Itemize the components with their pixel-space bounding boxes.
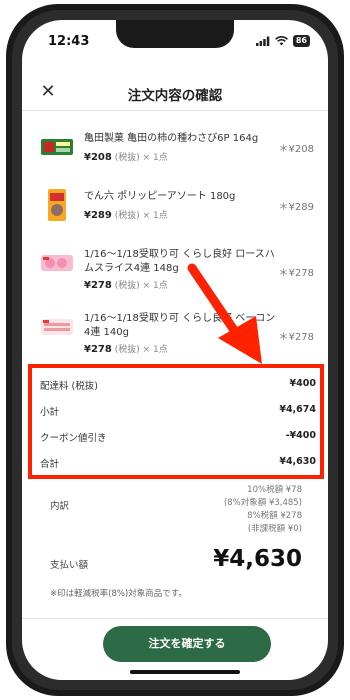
reduced-tax-mark: ＊ (278, 332, 289, 343)
payment-label: 支払い額 (50, 560, 89, 571)
home-indicator (130, 670, 240, 674)
summary-value: ¥400 (289, 378, 316, 389)
product-thumbnail (41, 319, 73, 335)
header: ✕ 注文内容の確認 (22, 78, 328, 110)
annotation-arrow-icon (187, 263, 262, 364)
breakdown-line: (非課税額 ¥0) (247, 524, 302, 534)
wifi-icon (274, 36, 288, 46)
tax-note: ※印は軽減税率(8%)対象商品です。 (50, 589, 187, 599)
notch (116, 20, 234, 48)
status-time: 12:43 (48, 34, 90, 49)
battery-icon: 86 (292, 35, 310, 47)
reduced-tax-mark: ＊ (278, 202, 289, 213)
item-quantity: (税抜) × 1点 (114, 281, 168, 291)
item-name: でん六 ポリッピーアソート 180g (84, 191, 236, 202)
screen: 12:43 86 ✕ 注文内容の確認 亀田製菓 亀田の柿の種わさび6P 164g… (22, 20, 328, 680)
divider (22, 110, 328, 111)
breakdown-label: 内訳 (50, 501, 70, 512)
summary-label: クーポン値引き (40, 433, 107, 444)
breakdown-line: (8%対象額 ¥3,485) (223, 498, 302, 508)
product-thumbnail (41, 255, 73, 271)
item-name: 亀田製菓 亀田の柿の種わさび6P 164g (84, 133, 259, 144)
breakdown-line: 8%税額 ¥278 (247, 511, 302, 521)
item-subtotal: ¥208 (288, 144, 314, 155)
summary-value: ¥4,630 (279, 456, 316, 467)
item-price: ¥278 (84, 344, 112, 355)
order-items-list: 亀田製菓 亀田の柿の種わさび6P 164g ¥208 (税抜) × 1点 ＊¥2… (22, 120, 328, 364)
summary-value: ¥4,674 (279, 404, 316, 415)
summary-label: 合計 (40, 459, 60, 470)
item-price: ¥278 (84, 280, 112, 291)
item-subtotal: ¥278 (288, 268, 314, 279)
product-thumbnail (48, 189, 66, 221)
item-quantity: (税抜) × 1点 (114, 211, 168, 221)
list-item[interactable]: 亀田製菓 亀田の柿の種わさび6P 164g ¥208 (税抜) × 1点 ＊¥2… (22, 120, 328, 178)
breakdown-line: 10%税額 ¥78 (247, 485, 302, 495)
status-icons: 86 (255, 35, 310, 47)
list-item[interactable]: でん六 ポリッピーアソート 180g ¥289 (税抜) × 1点 ＊¥289 (22, 178, 328, 236)
confirm-order-button[interactable]: 注文を確定する (103, 626, 271, 662)
order-summary-highlight: 配達料 (税抜) ¥400 小計 ¥4,674 クーポン値引き -¥400 合計… (28, 364, 324, 479)
item-subtotal: ¥278 (288, 332, 314, 343)
product-thumbnail (41, 139, 73, 155)
item-quantity: (税抜) × 1点 (114, 153, 168, 163)
reduced-tax-mark: ＊ (278, 144, 289, 155)
summary-value: -¥400 (285, 430, 316, 441)
phone-bezel: 12:43 86 ✕ 注文内容の確認 亀田製菓 亀田の柿の種わさび6P 164g… (12, 10, 338, 690)
item-price: ¥289 (84, 210, 112, 221)
page-title: 注文内容の確認 (127, 88, 223, 104)
tax-breakdown: 10%税額 ¥78 (8%対象額 ¥3,485) 8%税額 ¥278 (非課税額… (122, 484, 302, 536)
list-item[interactable]: 1/16〜1/18受取り可 くらし良好 ロースハムスライス4連 148g ¥27… (22, 236, 328, 300)
summary-label: 配達料 (税抜) (40, 381, 98, 392)
item-price: ¥208 (84, 152, 112, 163)
signal-icon (255, 36, 270, 46)
list-item[interactable]: 1/16〜1/18受取り可 くらし良好 ベーコン 4連 140g ¥278 (税… (22, 300, 328, 364)
item-quantity: (税抜) × 1点 (114, 345, 168, 355)
item-subtotal: ¥289 (288, 202, 314, 213)
payment-amount: ¥4,630 (213, 546, 302, 572)
summary-label: 小計 (40, 407, 60, 418)
phone-frame: 12:43 86 ✕ 注文内容の確認 亀田製菓 亀田の柿の種わさび6P 164g… (6, 4, 344, 696)
reduced-tax-mark: ＊ (278, 268, 289, 279)
divider (22, 618, 328, 619)
